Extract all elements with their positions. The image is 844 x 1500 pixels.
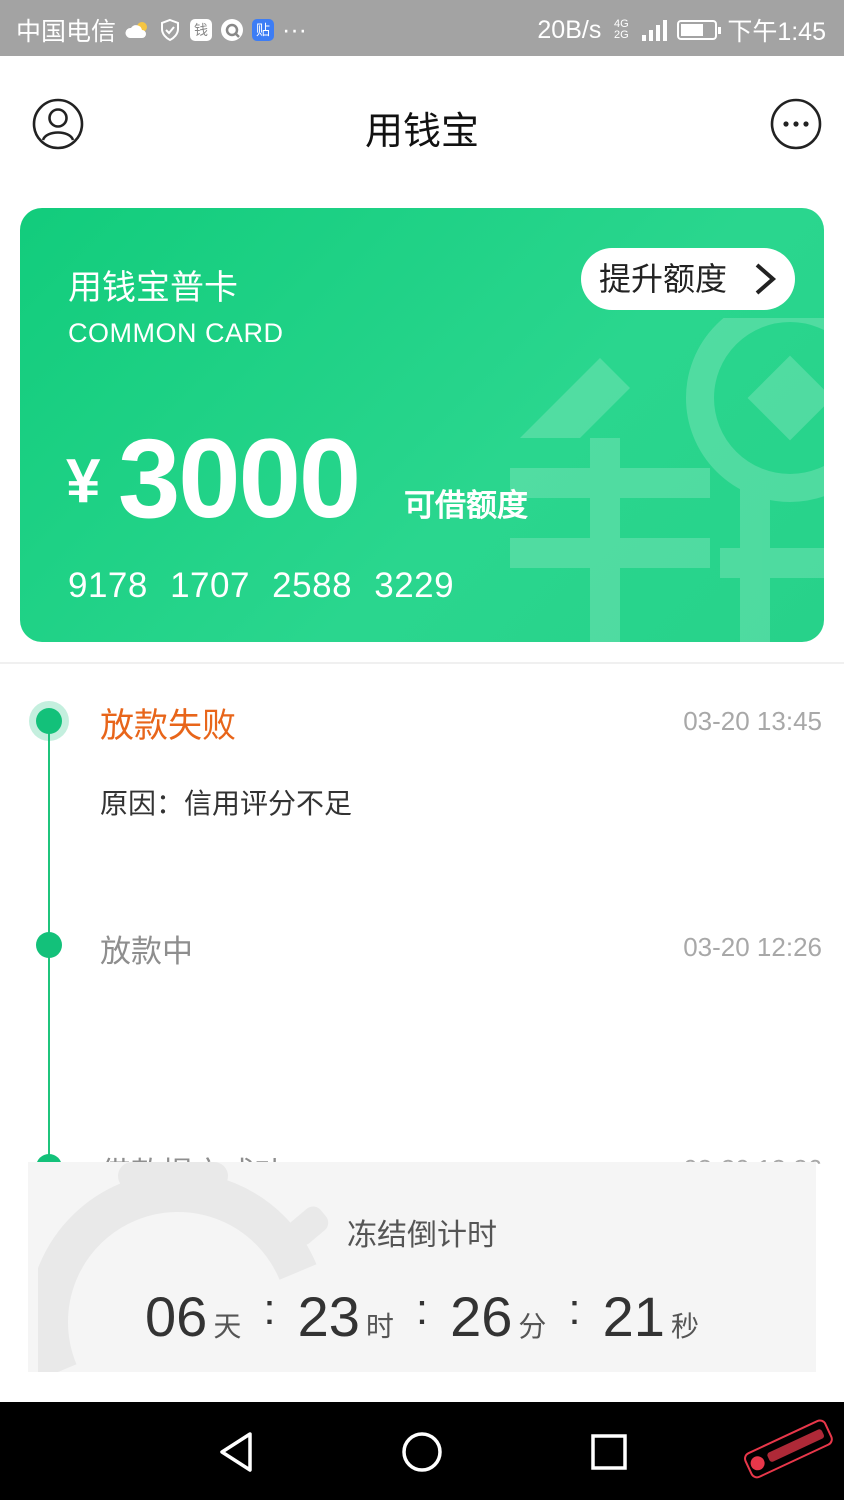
forum-watermark-icon <box>744 1419 833 1479</box>
countdown-separator: : <box>415 1285 429 1334</box>
countdown-title: 冻结倒计时 <box>347 1218 497 1253</box>
countdown-days-unit: 天 <box>213 1310 242 1343</box>
countdown-minutes: 26 <box>450 1285 513 1348</box>
tieba-app-icon: 贴 <box>252 19 275 41</box>
app-bar: 用钱宝 <box>0 56 844 196</box>
available-amount-label: 可借额度 <box>404 488 528 524</box>
loan-timeline: 放款失败 03-20 13:45 原因：信用评分不足 放款中 03-20 12:… <box>0 664 844 1164</box>
cloud-icon <box>125 22 148 38</box>
countdown-separator: : <box>263 1285 276 1334</box>
battery-icon <box>677 20 722 40</box>
countdown-hours-unit: 时 <box>365 1310 394 1343</box>
network-type: 4G 2G <box>613 18 629 41</box>
timeline-dot <box>36 708 62 734</box>
page-title: 用钱宝 <box>364 109 479 153</box>
freeze-countdown-panel: 冻结倒计时 06 天:23 时:26 分:21 秒 <box>28 1162 816 1372</box>
countdown-separator: : <box>568 1285 581 1334</box>
countdown-minutes-unit: 分 <box>518 1310 547 1343</box>
countdown-days: 06 <box>145 1285 208 1348</box>
signal-icon <box>642 20 668 41</box>
timeline-dot <box>36 932 62 958</box>
home-icon[interactable] <box>398 1428 446 1476</box>
chevron-right-icon <box>755 263 777 295</box>
more-notifications: ··· <box>282 15 307 44</box>
carrier-label: 中国电信 <box>16 18 117 46</box>
coin-watermark-icon <box>510 318 824 642</box>
network-speed: 20B/s <box>537 15 602 44</box>
card-name: 用钱宝普卡 <box>68 268 238 308</box>
q-app-icon <box>221 19 244 41</box>
currency-symbol: ¥ <box>66 447 101 516</box>
status-bar-left: 中国电信 钱 贴 ··· <box>16 12 307 48</box>
back-icon[interactable] <box>212 1428 260 1476</box>
clock: 下午1:45 <box>727 18 826 46</box>
timeline-event-time: 03-20 12:26 <box>683 932 822 962</box>
countdown-seconds: 21 <box>602 1285 665 1348</box>
recents-icon[interactable] <box>585 1428 633 1476</box>
upgrade-limit-button[interactable]: 提升额度 <box>581 248 795 310</box>
status-bar-right: 20B/s 4G 2G 下午1:45 <box>537 12 826 48</box>
card-subtitle: COMMON CARD <box>68 318 284 348</box>
countdown-timer: 06 天:23 时:26 分:21 秒 <box>28 1284 816 1349</box>
timeline-event-reason: 原因：信用评分不足 <box>100 787 353 820</box>
timeline-event-title: 放款失败 <box>100 706 236 746</box>
more-options-icon[interactable] <box>770 98 822 150</box>
shield-icon <box>161 18 180 42</box>
countdown-hours: 23 <box>297 1285 360 1348</box>
system-nav-bar <box>0 1402 844 1500</box>
qian-app-icon: 钱 <box>190 19 213 41</box>
upgrade-limit-label: 提升额度 <box>599 260 728 298</box>
credit-card: 用钱宝普卡 COMMON CARD 提升额度 ¥ 3000 可借额度 9178 … <box>20 208 824 642</box>
status-bar: 中国电信 钱 贴 ··· 20B/s 4G 2G 下午1:45 <box>0 0 844 56</box>
available-amount: 3000 <box>118 416 361 541</box>
card-number: 9178 1707 2588 3229 <box>68 566 455 605</box>
timeline-event-title: 放款中 <box>100 934 193 970</box>
timeline-event-time: 03-20 13:45 <box>683 706 822 736</box>
countdown-seconds-unit: 秒 <box>670 1310 699 1343</box>
